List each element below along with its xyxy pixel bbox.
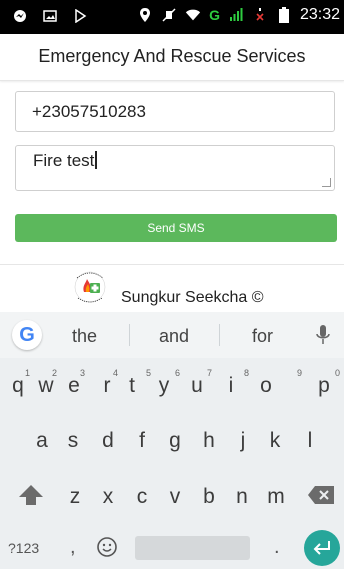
shift-key-icon[interactable]: [18, 484, 44, 511]
key-p[interactable]: p: [312, 374, 336, 398]
key-g[interactable]: g: [163, 429, 187, 453]
key-o[interactable]: o: [254, 374, 278, 398]
message-value-wrap: Fire test: [33, 151, 97, 171]
text-cursor: [95, 151, 97, 169]
period-key[interactable]: .: [274, 536, 280, 559]
phone-number-field[interactable]: +23057510283: [15, 91, 335, 132]
key-m[interactable]: m: [264, 485, 288, 509]
status-bar: G 23:32: [0, 0, 344, 34]
key-j[interactable]: j: [231, 429, 255, 453]
suggestion-divider: [219, 324, 220, 346]
message-value: Fire test: [33, 151, 95, 170]
key-d[interactable]: d: [96, 429, 120, 453]
key-b[interactable]: b: [197, 485, 221, 509]
key-h[interactable]: h: [197, 429, 221, 453]
key-y[interactable]: y: [152, 374, 176, 398]
key-t[interactable]: t: [120, 374, 144, 398]
key-number-hint: 3: [80, 368, 86, 378]
key-a[interactable]: a: [30, 429, 54, 453]
key-k[interactable]: k: [263, 429, 287, 453]
comma-key[interactable]: ,: [70, 536, 76, 559]
key-number-hint: 9: [297, 368, 303, 378]
mute-icon: [161, 7, 177, 23]
key-number-hint: 7: [207, 368, 213, 378]
emergency-logo-icon: [68, 266, 112, 306]
symbols-key[interactable]: ?123: [8, 540, 39, 556]
divider: [0, 264, 344, 265]
message-textarea[interactable]: Fire test: [15, 145, 335, 191]
key-z[interactable]: z: [63, 485, 87, 509]
clock: 23:32: [299, 6, 340, 23]
key-i[interactable]: i: [219, 374, 243, 398]
credit-text: Sungkur Seekcha ©: [121, 289, 264, 306]
battery-icon: [276, 7, 292, 23]
key-number-hint: 5: [146, 368, 152, 378]
key-number-hint: 4: [113, 368, 119, 378]
signal-icon: [228, 7, 244, 23]
phone-number-value: +23057510283: [32, 102, 146, 121]
send-sms-button[interactable]: Send SMS: [15, 214, 337, 242]
on-screen-keyboard: G the and for q 1 w 2 e 3 r 4 t 5 y 6 u …: [0, 312, 344, 569]
suggestion-2[interactable]: and: [159, 326, 189, 347]
resize-handle-icon[interactable]: [322, 178, 331, 187]
key-number-hint: 2: [52, 368, 58, 378]
key-f[interactable]: f: [130, 429, 154, 453]
key-number-hint: 8: [244, 368, 250, 378]
key-number-hint: 6: [175, 368, 181, 378]
messenger-icon: [12, 8, 28, 24]
suggestion-divider: [129, 324, 130, 346]
no-sim-icon: [252, 7, 268, 23]
key-c[interactable]: c: [130, 485, 154, 509]
image-icon: [42, 8, 58, 24]
network-type-label: G: [209, 7, 220, 23]
key-number-hint: 1: [25, 368, 31, 378]
status-bar-left: [12, 8, 88, 24]
play-store-icon: [72, 8, 88, 24]
location-icon: [137, 7, 153, 23]
key-number-hint: 0: [335, 368, 341, 378]
key-v[interactable]: v: [163, 485, 187, 509]
suggestion-1[interactable]: the: [72, 326, 97, 347]
suggestion-3[interactable]: for: [252, 326, 273, 347]
key-n[interactable]: n: [230, 485, 254, 509]
key-l[interactable]: l: [298, 429, 322, 453]
enter-key-icon[interactable]: [304, 530, 340, 566]
wifi-icon: [185, 7, 201, 23]
page-title: Emergency And Rescue Services: [38, 46, 306, 66]
status-bar-right: G 23:32: [137, 6, 340, 24]
emoji-key-icon[interactable]: [96, 536, 118, 563]
backspace-key-icon[interactable]: [307, 485, 335, 510]
microphone-icon[interactable]: [316, 324, 330, 346]
key-s[interactable]: s: [61, 429, 85, 453]
key-u[interactable]: u: [185, 374, 209, 398]
app-bar: Emergency And Rescue Services: [0, 34, 344, 81]
key-x[interactable]: x: [96, 485, 120, 509]
spacebar[interactable]: [135, 536, 250, 560]
google-icon[interactable]: G: [12, 320, 42, 350]
suggestion-strip: G the and for: [0, 312, 344, 358]
